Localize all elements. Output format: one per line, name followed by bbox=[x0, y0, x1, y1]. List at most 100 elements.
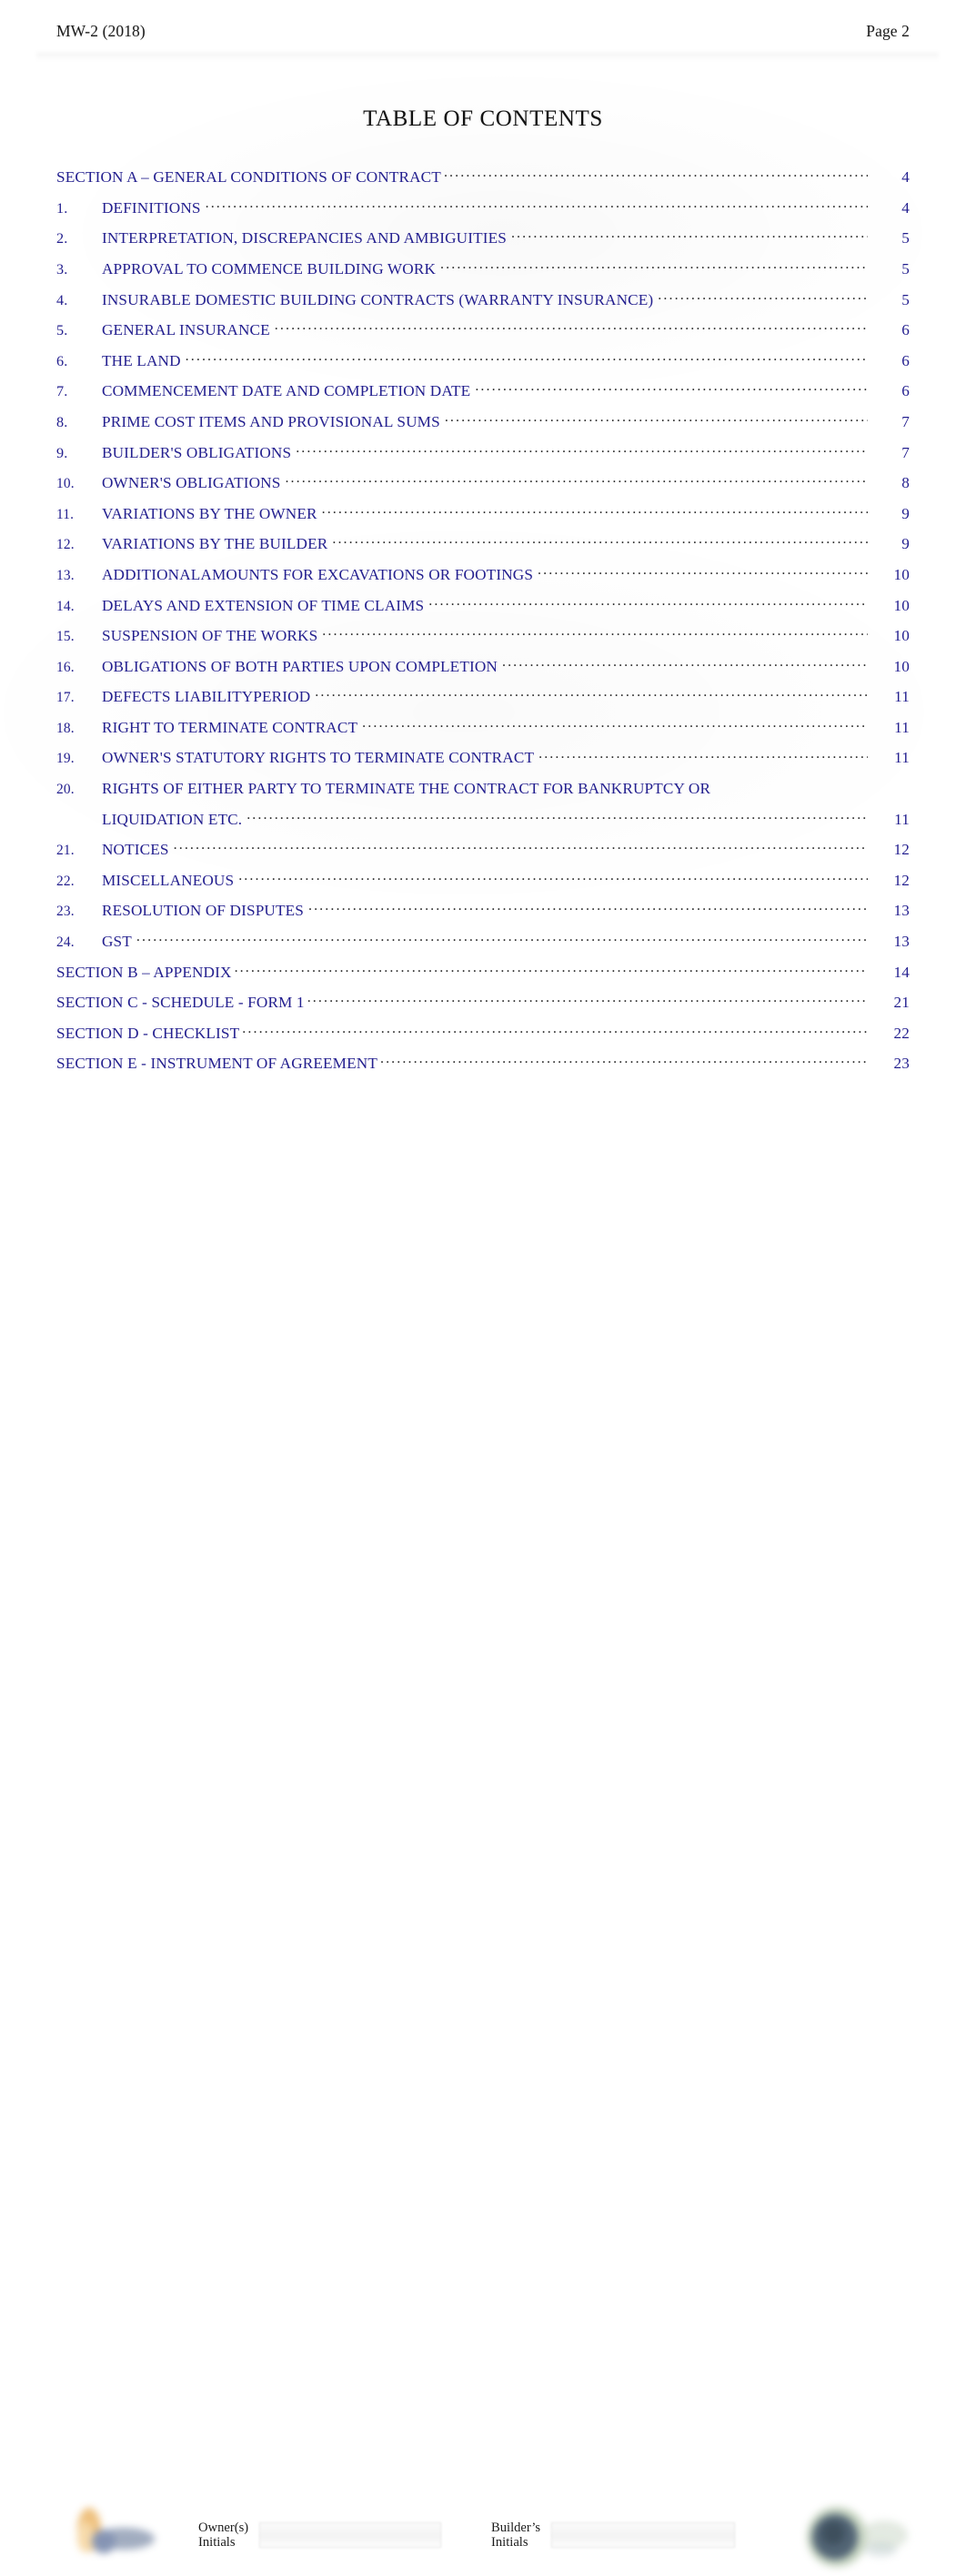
toc-row[interactable]: 8. PRIME COST ITEMS AND PROVISIONAL SUMS 7 bbox=[56, 411, 910, 442]
toc-item-label[interactable]: PRIME COST ITEMS AND PROVISIONAL SUMS bbox=[102, 413, 445, 431]
toc-item-label[interactable]: SECTION E - INSTRUMENT OF AGREEMENT bbox=[56, 1055, 380, 1073]
toc-item-label[interactable]: INTERPRETATION, DISCREPANCIES AND AMBIGU… bbox=[102, 229, 511, 247]
toc-item-label[interactable]: VARIATIONS BY THE OWNER bbox=[102, 505, 322, 523]
toc-item-number: 1. bbox=[56, 199, 68, 217]
toc-leader-dots bbox=[362, 717, 868, 732]
toc-row[interactable]: SECTION D - CHECKLIST 22 bbox=[56, 1023, 910, 1054]
builder-initials-field[interactable] bbox=[551, 2522, 736, 2549]
toc-item-label[interactable]: SECTION A – GENERAL CONDITIONS OF CONTRA… bbox=[56, 168, 444, 187]
toc-leader-dots bbox=[428, 594, 868, 610]
toc-row[interactable]: 10. OWNER'S OBLIGATIONS 8 bbox=[56, 472, 910, 503]
toc-page-number: 4 bbox=[901, 198, 910, 217]
toc-item-label[interactable]: OWNER'S OBLIGATIONS bbox=[102, 474, 285, 492]
toc-row[interactable]: 20. RIGHTS OF EITHER PARTY TO TERMINATE T… bbox=[56, 778, 910, 809]
toc-row[interactable]: 23. RESOLUTION OF DISPUTES 13 bbox=[56, 900, 910, 931]
toc-page-number: 4 bbox=[901, 168, 910, 187]
toc-item-label[interactable]: DELAYS AND EXTENSION OF TIME CLAIMS bbox=[102, 597, 428, 615]
toc-page-number: 7 bbox=[901, 412, 910, 430]
toc-item-number: 18. bbox=[56, 720, 75, 736]
toc-leader-dots bbox=[307, 992, 868, 1007]
toc-item-label[interactable]: DEFINITIONS bbox=[102, 199, 206, 217]
document-code: MW-2 (2018) bbox=[56, 22, 146, 40]
toc-row[interactable]: 11. VARIATIONS BY THE OWNER 9 bbox=[56, 503, 910, 534]
toc-row[interactable]: 2. INTERPRETATION, DISCREPANCIES AND AMBI… bbox=[56, 227, 910, 258]
toc-row[interactable]: SECTION C - SCHEDULE - FORM 1 21 bbox=[56, 992, 910, 1023]
toc-item-label[interactable]: VARIATIONS BY THE BUILDER bbox=[102, 535, 332, 553]
toc-page-number: 6 bbox=[901, 382, 910, 400]
toc-row[interactable]: 15. SUSPENSION OF THE WORKS 10 bbox=[56, 625, 910, 656]
toc-item-label[interactable]: RIGHTS OF EITHER PARTY TO TERMINATE THE … bbox=[102, 780, 715, 798]
toc-row[interactable]: 14. DELAYS AND EXTENSION OF TIME CLAIMS 10 bbox=[56, 594, 910, 625]
toc-leader-dots bbox=[502, 656, 868, 672]
toc-item-label[interactable]: NOTICES bbox=[102, 841, 174, 859]
toc-leader-dots bbox=[511, 227, 868, 243]
toc-leader-dots bbox=[136, 931, 868, 946]
toc-item-number: 17. bbox=[56, 690, 75, 706]
toc-leader-dots bbox=[238, 870, 868, 885]
toc-row[interactable]: 6. THE LAND 6 bbox=[56, 350, 910, 381]
toc-item-label[interactable]: SUSPENSION OF THE WORKS bbox=[102, 627, 322, 645]
owner-initials-field[interactable] bbox=[259, 2522, 442, 2549]
toc-page-number: 10 bbox=[893, 596, 910, 614]
toc-page-number: 10 bbox=[893, 657, 910, 675]
toc-leader-dots bbox=[247, 808, 868, 823]
toc-page-number: 23 bbox=[893, 1055, 910, 1073]
toc-item-label[interactable]: RESOLUTION OF DISPUTES bbox=[102, 902, 308, 920]
toc-page-number: 12 bbox=[893, 871, 910, 889]
toc-item-label[interactable]: OBLIGATIONS OF BOTH PARTIES UPON COMPLET… bbox=[102, 658, 502, 676]
toc-item-number: 23. bbox=[56, 904, 75, 920]
toc-row[interactable]: LIQUIDATION ETC. 11 bbox=[56, 808, 910, 839]
toc-item-label[interactable]: LIQUIDATION ETC. bbox=[102, 811, 247, 829]
toc-item-label[interactable]: OWNER'S STATUTORY RIGHTS TO TERMINATE CO… bbox=[102, 749, 538, 767]
toc-page-number: 6 bbox=[901, 321, 910, 339]
toc-item-label[interactable]: SECTION C - SCHEDULE - FORM 1 bbox=[56, 994, 307, 1012]
toc-row[interactable]: 1. DEFINITIONS 4 bbox=[56, 197, 910, 228]
builder-initials-label: Builder’s Initials bbox=[491, 2520, 541, 2551]
toc-leader-dots bbox=[275, 319, 868, 335]
toc-item-label[interactable]: ADDITIONALAMOUNTS FOR EXCAVATIONS OR FOO… bbox=[102, 566, 538, 584]
toc-row[interactable]: SECTION B – APPENDIX 14 bbox=[56, 961, 910, 992]
toc-item-label[interactable]: RIGHT TO TERMINATE CONTRACT bbox=[102, 719, 362, 737]
toc-page-number: 7 bbox=[901, 443, 910, 461]
toc-item-label[interactable]: SECTION D - CHECKLIST bbox=[56, 1025, 242, 1043]
company-logo-right bbox=[800, 2497, 921, 2571]
toc-row[interactable]: 22. MISCELLANEOUS 12 bbox=[56, 870, 910, 901]
toc-leader-dots bbox=[538, 747, 868, 763]
toc-row[interactable]: 5. GENERAL INSURANCE 6 bbox=[56, 319, 910, 350]
toc-row[interactable]: 12. VARIATIONS BY THE BUILDER 9 bbox=[56, 533, 910, 564]
toc-row[interactable]: SECTION A – GENERAL CONDITIONS OF CONTRA… bbox=[56, 167, 910, 197]
toc-item-label[interactable]: DEFECTS LIABILITYPERIOD bbox=[102, 688, 315, 706]
toc-item-label[interactable]: GST bbox=[102, 933, 136, 951]
toc-leader-dots bbox=[315, 686, 868, 702]
toc-row[interactable]: 3. APPROVAL TO COMMENCE BUILDING WORK 5 bbox=[56, 258, 910, 289]
toc-item-label[interactable]: MISCELLANEOUS bbox=[102, 872, 238, 890]
toc-row[interactable]: 9. BUILDER'S OBLIGATIONS 7 bbox=[56, 441, 910, 472]
toc-item-label[interactable]: COMMENCEMENT DATE AND COMPLETION DATE bbox=[102, 382, 475, 400]
toc-item-number: 6. bbox=[56, 352, 68, 369]
toc-page-number: 12 bbox=[893, 841, 910, 859]
toc-item-label[interactable]: APPROVAL TO COMMENCE BUILDING WORK bbox=[102, 260, 440, 278]
toc-page-number: 22 bbox=[893, 1024, 910, 1042]
toc-page-number: 5 bbox=[901, 290, 910, 308]
toc-row[interactable]: 17. DEFECTS LIABILITYPERIOD 11 bbox=[56, 686, 910, 717]
toc-row[interactable]: 21. NOTICES 12 bbox=[56, 839, 910, 870]
toc-row[interactable]: 24. GST 13 bbox=[56, 931, 910, 962]
toc-row[interactable]: 13. ADDITIONALAMOUNTS FOR EXCAVATIONS OR … bbox=[56, 564, 910, 595]
toc-item-label[interactable]: BUILDER'S OBLIGATIONS bbox=[102, 444, 296, 462]
toc-item-number: 2. bbox=[56, 230, 68, 247]
toc-row[interactable]: 18. RIGHT TO TERMINATE CONTRACT 11 bbox=[56, 717, 910, 748]
toc-row[interactable]: 4. INSURABLE DOMESTIC BUILDING CONTRACTS … bbox=[56, 288, 910, 319]
toc-item-label[interactable]: THE LAND bbox=[102, 352, 186, 370]
toc-row[interactable]: 19. OWNER'S STATUTORY RIGHTS TO TERMINATE… bbox=[56, 747, 910, 778]
toc-item-label[interactable]: INSURABLE DOMESTIC BUILDING CONTRACTS (W… bbox=[102, 291, 658, 309]
toc-item-number: 15. bbox=[56, 629, 75, 645]
toc-row[interactable]: 16. OBLIGATIONS OF BOTH PARTIES UPON COMP… bbox=[56, 656, 910, 687]
toc-item-label[interactable]: SECTION B – APPENDIX bbox=[56, 964, 235, 982]
toc-row[interactable]: SECTION E - INSTRUMENT OF AGREEMENT 23 bbox=[56, 1053, 910, 1084]
toc-item-number: 24. bbox=[56, 934, 75, 951]
toc-item-label[interactable]: GENERAL INSURANCE bbox=[102, 321, 275, 339]
toc-leader-dots bbox=[186, 350, 868, 366]
toc-item-number: 10. bbox=[56, 476, 75, 492]
toc-row[interactable]: 7. COMMENCEMENT DATE AND COMPLETION DATE 6 bbox=[56, 380, 910, 411]
page-header: MW-2 (2018) Page 2 bbox=[56, 22, 910, 47]
